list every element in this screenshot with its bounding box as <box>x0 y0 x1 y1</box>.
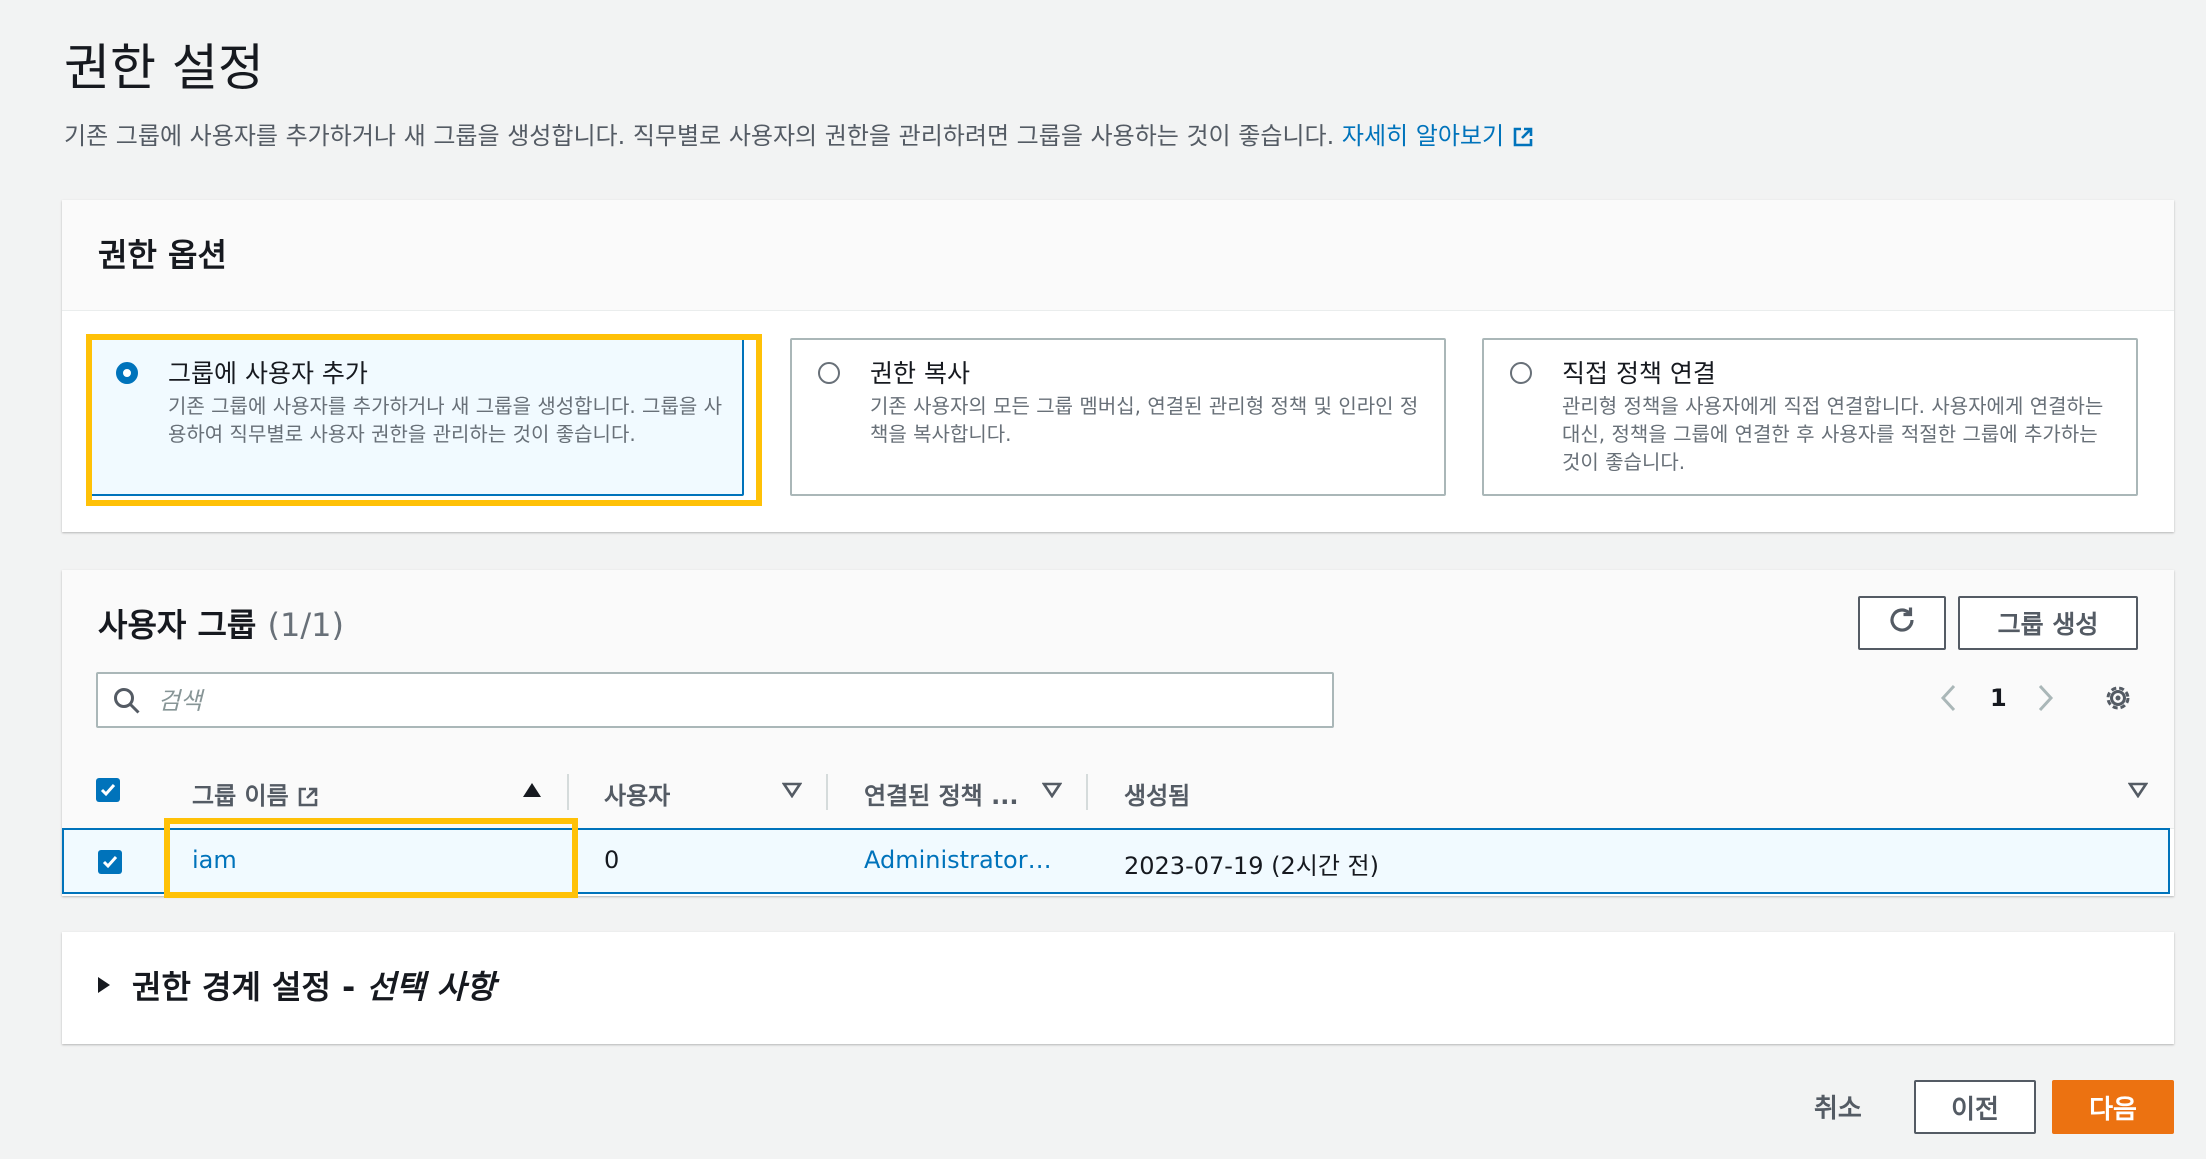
option-title: 권한 복사 <box>870 359 970 388</box>
sort-icon[interactable] <box>1041 782 1063 802</box>
page-description: 기존 그룹에 사용자를 추가하거나 새 그룹을 생성합니다. 직무별로 사용자의… <box>64 116 1534 154</box>
sort-icon[interactable] <box>2127 782 2149 802</box>
refresh-button[interactable] <box>1858 596 1946 650</box>
group-created-date: 2023-07-19 (2시간 전) <box>1124 852 1379 880</box>
row-checkbox[interactable] <box>98 850 122 874</box>
search-icon <box>112 686 142 720</box>
option-description: 기존 그룹에 사용자를 추가하거나 새 그룹을 생성합니다. 그룹을 사용하여 … <box>168 394 723 446</box>
option-description: 기존 사용자의 모든 그룹 멤버십, 연결된 관리형 정책 및 인라인 정책을 … <box>870 394 1419 446</box>
option-title: 직접 정책 연결 <box>1562 359 1716 388</box>
table-row[interactable]: iam 0 Administrator… 2023-07-19 (2시간 전) <box>62 828 2170 894</box>
table-header: 그룹 이름 사용자 연결된 정책 ... 생성됨 <box>62 754 2174 829</box>
create-group-button[interactable]: 그룹 생성 <box>1958 596 2138 650</box>
external-link-icon <box>1512 126 1534 154</box>
user-groups-header: 사용자 그룹 (1/1) 그룹 생성 1 <box>62 570 2174 754</box>
refresh-icon <box>1886 604 1918 642</box>
user-groups-heading: 사용자 그룹 (1/1) <box>98 606 344 644</box>
group-name-link[interactable]: iam <box>192 846 237 874</box>
group-users-count: 0 <box>604 846 620 874</box>
sort-icon[interactable] <box>781 782 803 802</box>
option-attach-policies[interactable]: 직접 정책 연결 관리형 정책을 사용자에게 직접 연결합니다. 사용자에게 연… <box>1482 338 2138 496</box>
permissions-boundary-panel: 권한 경계 설정 - 선택 사항 <box>62 932 2174 1044</box>
option-add-to-group[interactable]: 그룹에 사용자 추가 기존 그룹에 사용자를 추가하거나 새 그룹을 생성합니다… <box>88 338 744 496</box>
external-link-icon <box>297 786 319 814</box>
permission-options-header: 권한 옵션 <box>62 200 2174 311</box>
user-groups-count: (1/1) <box>267 606 344 644</box>
next-page-icon[interactable] <box>2034 682 2056 718</box>
page-description-text: 기존 그룹에 사용자를 추가하거나 새 그룹을 생성합니다. 직무별로 사용자의… <box>64 122 1335 150</box>
permissions-boundary-toggle[interactable]: 권한 경계 설정 - 선택 사항 <box>98 962 495 1008</box>
permission-options-panel: 권한 옵션 그룹에 사용자 추가 기존 그룹에 사용자를 추가하거나 새 그룹을… <box>62 200 2174 532</box>
page-title: 권한 설정 <box>64 39 264 97</box>
gear-icon[interactable] <box>2102 682 2134 718</box>
caret-right-icon <box>98 977 110 993</box>
search-input[interactable] <box>156 680 1310 722</box>
radio-attach-policies[interactable] <box>1510 362 1532 384</box>
boundary-title: 권한 경계 설정 - <box>132 968 367 1006</box>
prev-page-icon[interactable] <box>1938 682 1960 718</box>
user-groups-panel: 사용자 그룹 (1/1) 그룹 생성 1 그룹 이름 사용자 연결된 정책 ..… <box>62 570 2174 896</box>
next-button[interactable]: 다음 <box>2052 1080 2174 1134</box>
page-number[interactable]: 1 <box>1990 684 2007 712</box>
boundary-optional: 선택 사항 <box>366 968 496 1006</box>
sort-ascending-icon[interactable] <box>522 782 542 802</box>
search-field[interactable] <box>96 672 1334 728</box>
radio-add-to-group[interactable] <box>116 362 138 384</box>
column-group-name[interactable]: 그룹 이름 <box>192 776 319 814</box>
radio-copy-permissions[interactable] <box>818 362 840 384</box>
attached-policy-link[interactable]: Administrator… <box>864 846 1052 874</box>
column-attached-policies[interactable]: 연결된 정책 ... <box>864 776 1018 811</box>
column-users[interactable]: 사용자 <box>604 776 670 811</box>
option-description: 관리형 정책을 사용자에게 직접 연결합니다. 사용자에게 연결하는 대신, 정… <box>1562 394 2104 474</box>
column-created[interactable]: 생성됨 <box>1124 776 1190 811</box>
permission-options-heading: 권한 옵션 <box>98 236 227 274</box>
option-copy-permissions[interactable]: 권한 복사 기존 사용자의 모든 그룹 멤버십, 연결된 관리형 정책 및 인라… <box>790 338 1446 496</box>
previous-button[interactable]: 이전 <box>1914 1080 2036 1134</box>
select-all-checkbox[interactable] <box>96 778 120 802</box>
option-title: 그룹에 사용자 추가 <box>168 359 368 388</box>
cancel-button[interactable]: 취소 <box>1814 1088 1862 1125</box>
learn-more-link[interactable]: 자세히 알아보기 <box>1342 122 1534 150</box>
